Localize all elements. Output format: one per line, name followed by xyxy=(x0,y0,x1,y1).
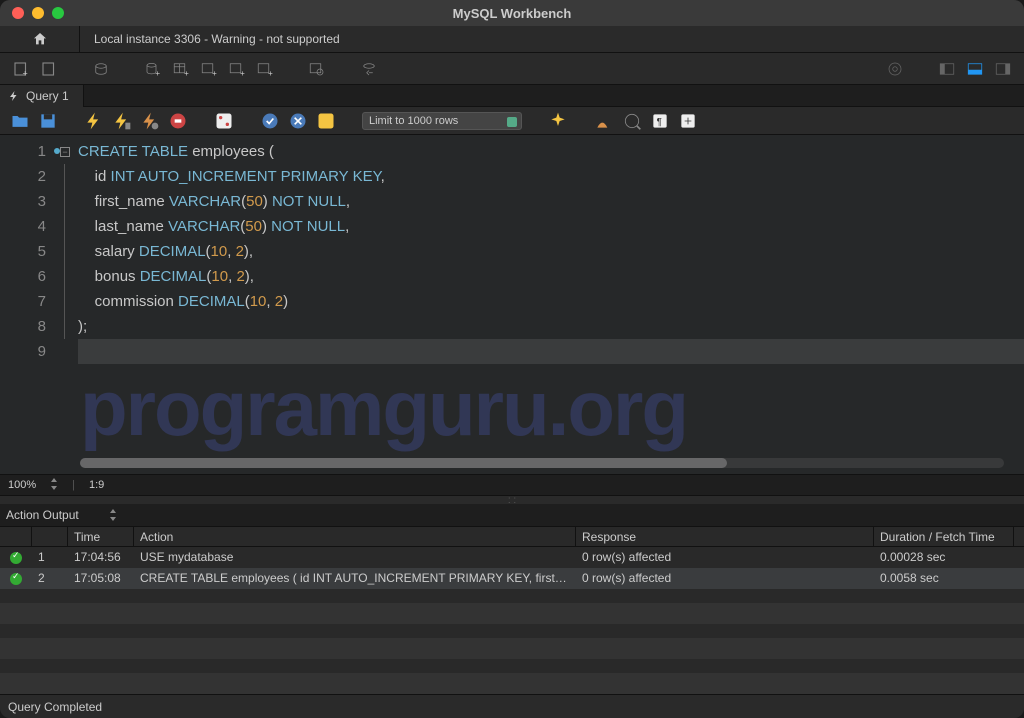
create-view-icon[interactable]: + xyxy=(198,58,220,80)
svg-text:+: + xyxy=(212,68,217,77)
svg-text:+: + xyxy=(155,68,160,77)
limit-rows-select[interactable]: Limit to 1000 rows xyxy=(362,112,522,130)
footer-status: Query Completed xyxy=(8,700,102,714)
output-blank-rows xyxy=(0,603,1024,694)
execute-current-icon[interactable] xyxy=(112,111,132,131)
toggle-whitespace-icon[interactable] xyxy=(214,111,234,131)
fold-column: − xyxy=(60,135,78,474)
query-tab-bar: Query 1 xyxy=(0,85,1024,107)
footer-statusbar: Query Completed xyxy=(0,694,1024,718)
output-row[interactable]: 217:05:08CREATE TABLE employees ( id INT… xyxy=(0,568,1024,589)
wrap-icon[interactable]: ¶ xyxy=(650,111,670,131)
stop-icon[interactable] xyxy=(168,111,188,131)
svg-text:+: + xyxy=(268,68,273,77)
query-tab-label: Query 1 xyxy=(26,89,69,103)
create-procedure-icon[interactable]: + xyxy=(226,58,248,80)
find-icon[interactable] xyxy=(594,111,614,131)
rollback-icon[interactable] xyxy=(288,111,308,131)
beautify-icon[interactable] xyxy=(548,111,568,131)
main-toolbar: + + + + + + xyxy=(0,53,1024,85)
svg-text:+: + xyxy=(184,68,189,77)
svg-text:+: + xyxy=(240,68,245,77)
output-header: Action Output xyxy=(0,504,1024,526)
reconnect-icon[interactable] xyxy=(358,58,380,80)
chevron-updown-icon xyxy=(109,509,117,521)
window-title: MySQL Workbench xyxy=(453,6,572,21)
editor-statusbar: 100% | 1:9 xyxy=(0,474,1024,496)
line-number-gutter: 123456789 xyxy=(0,135,60,474)
home-tab[interactable] xyxy=(0,26,80,52)
open-file-icon[interactable] xyxy=(10,111,30,131)
connection-tab[interactable]: Local instance 3306 - Warning - not supp… xyxy=(80,26,354,52)
open-sql-script-icon[interactable] xyxy=(38,58,60,80)
search-table-data-icon[interactable] xyxy=(306,58,328,80)
output-grid-header: Time Action Response Duration / Fetch Ti… xyxy=(0,526,1024,547)
output-grid: Time Action Response Duration / Fetch Ti… xyxy=(0,526,1024,694)
zoom-level[interactable]: 100% xyxy=(8,479,36,491)
commit-icon[interactable] xyxy=(260,111,280,131)
panel-bottom-icon[interactable] xyxy=(964,58,986,80)
connection-tabs: Local instance 3306 - Warning - not supp… xyxy=(0,26,1024,53)
create-table-icon[interactable]: + xyxy=(170,58,192,80)
autocommit-icon[interactable] xyxy=(316,111,336,131)
home-icon xyxy=(32,31,48,47)
cursor-position: 1:9 xyxy=(89,479,104,491)
connection-tab-label: Local instance 3306 - Warning - not supp… xyxy=(94,32,340,46)
svg-text:¶: ¶ xyxy=(657,117,662,128)
query-tab[interactable]: Query 1 xyxy=(0,85,84,107)
create-function-icon[interactable]: + xyxy=(254,58,276,80)
col-duration[interactable]: Duration / Fetch Time xyxy=(874,527,1014,546)
execute-icon[interactable] xyxy=(84,111,104,131)
titlebar: MySQL Workbench xyxy=(0,0,1024,26)
inspector-icon[interactable] xyxy=(90,58,112,80)
save-file-icon[interactable] xyxy=(38,111,58,131)
col-response[interactable]: Response xyxy=(576,527,874,546)
create-schema-icon[interactable]: + xyxy=(142,58,164,80)
zoom-updown-icon[interactable] xyxy=(50,478,58,493)
close-window-button[interactable] xyxy=(12,7,24,19)
new-sql-tab-icon[interactable]: + xyxy=(10,58,32,80)
horizontal-scrollbar[interactable] xyxy=(80,458,1004,468)
col-time[interactable]: Time xyxy=(68,527,134,546)
minimize-window-button[interactable] xyxy=(32,7,44,19)
sql-editor[interactable]: 123456789 − CREATE TABLE employees ( id … xyxy=(0,135,1024,474)
explain-icon[interactable] xyxy=(140,111,160,131)
settings-icon[interactable] xyxy=(884,58,906,80)
output-row[interactable]: 117:04:56USE mydatabase0 row(s) affected… xyxy=(0,547,1024,568)
svg-text:+: + xyxy=(23,68,28,78)
success-icon xyxy=(10,573,22,585)
snippets-icon[interactable] xyxy=(678,111,698,131)
output-type-select[interactable]: Action Output xyxy=(6,508,109,522)
invisible-chars-icon[interactable] xyxy=(622,111,642,131)
col-action[interactable]: Action xyxy=(134,527,576,546)
maximize-window-button[interactable] xyxy=(52,7,64,19)
success-icon xyxy=(10,552,22,564)
panel-left-icon[interactable] xyxy=(936,58,958,80)
panel-right-icon[interactable] xyxy=(992,58,1014,80)
splitter[interactable]: : : xyxy=(0,496,1024,504)
limit-rows-label: Limit to 1000 rows xyxy=(369,115,458,127)
code-area[interactable]: CREATE TABLE employees ( id INT AUTO_INC… xyxy=(78,135,1024,474)
editor-toolbar: Limit to 1000 rows ¶ xyxy=(0,107,1024,135)
lightning-icon xyxy=(8,90,20,102)
